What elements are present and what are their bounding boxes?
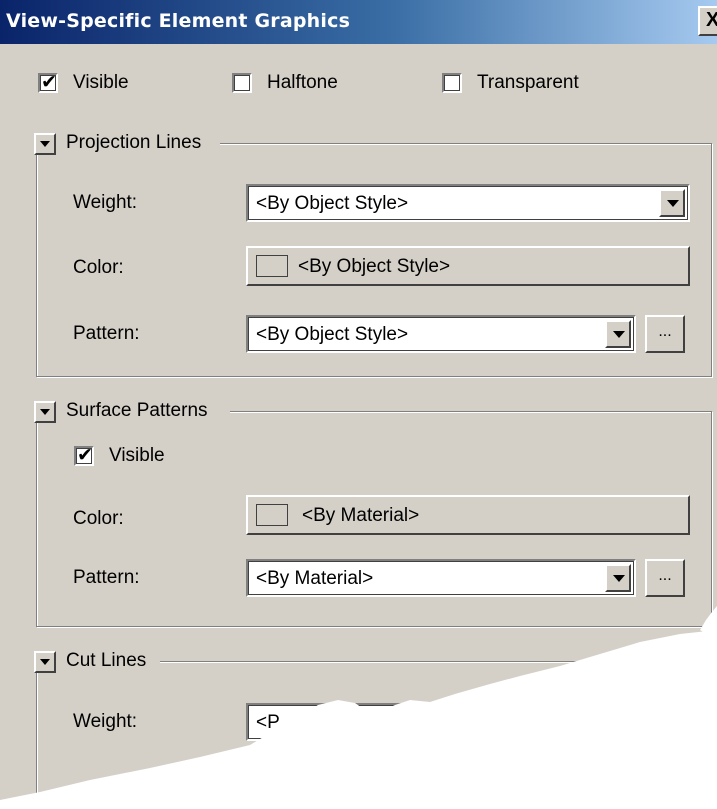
projection-weight-select[interactable]: <By Object Style> (246, 184, 690, 222)
halftone-checkbox[interactable] (232, 73, 252, 93)
close-icon: X (706, 9, 717, 31)
cut-weight-value: <P (256, 712, 280, 733)
surface-pattern-label: Pattern: (73, 567, 140, 588)
projection-weight-value: <By Object Style> (256, 193, 409, 214)
transparent-checkbox[interactable] (442, 73, 462, 93)
surface-patterns-header: Surface Patterns (30, 399, 230, 423)
surface-color-label: Color: (73, 508, 124, 529)
surface-visible-label: Visible (109, 445, 165, 466)
projection-pattern-label: Pattern: (73, 323, 140, 344)
cut-lines-title: Cut Lines (66, 650, 147, 671)
surface-visible-checkbox[interactable]: ✔ (74, 444, 94, 466)
projection-pattern-value: <By Object Style> (256, 324, 409, 345)
projection-color-label: Color: (73, 257, 124, 278)
surface-color-button[interactable]: <By Material> (246, 495, 690, 535)
color-swatch (256, 504, 288, 526)
projection-pattern-select[interactable]: <By Object Style> (246, 315, 636, 353)
projection-pattern-more-button[interactable]: ... (645, 315, 685, 353)
color-swatch (256, 255, 288, 277)
checkmark-icon: ✔ (41, 71, 57, 93)
visible-checkbox[interactable]: ✔ (38, 71, 58, 93)
dropdown-arrow-icon[interactable] (659, 189, 685, 217)
halftone-label: Halftone (267, 72, 338, 93)
visible-label: Visible (73, 72, 129, 93)
dialog-window: View-Specific Element Graphics X ✔ Visib… (0, 0, 717, 809)
dialog-title: View-Specific Element Graphics (6, 10, 351, 32)
surface-patterns-title: Surface Patterns (66, 400, 208, 421)
projection-lines-collapse-button[interactable] (34, 133, 56, 155)
close-button[interactable]: X (698, 6, 717, 36)
cut-weight-label: Weight: (73, 711, 138, 732)
projection-weight-label: Weight: (73, 192, 138, 213)
surface-pattern-more-button[interactable]: ... (645, 559, 685, 597)
cut-lines-collapse-button[interactable] (34, 651, 56, 673)
projection-color-value: <By Object Style> (298, 256, 451, 277)
projection-color-button[interactable]: <By Object Style> (246, 246, 690, 286)
checkmark-icon: ✔ (77, 444, 93, 466)
ellipsis-icon: ... (658, 567, 672, 584)
surface-color-value: <By Material> (302, 505, 420, 526)
projection-lines-title: Projection Lines (66, 132, 202, 153)
projection-lines-header: Projection Lines (30, 131, 220, 155)
ellipsis-icon: ... (658, 323, 672, 340)
dropdown-arrow-icon[interactable] (605, 564, 631, 592)
surface-pattern-select[interactable]: <By Material> (246, 559, 636, 597)
surface-patterns-collapse-button[interactable] (34, 401, 56, 423)
cut-lines-header: Cut Lines (30, 649, 160, 673)
transparent-label: Transparent (477, 72, 579, 93)
title-bar[interactable]: View-Specific Element Graphics X (0, 0, 717, 44)
dropdown-arrow-icon[interactable] (605, 320, 631, 348)
surface-pattern-value: <By Material> (256, 568, 374, 589)
cut-weight-select[interactable]: <P (246, 703, 690, 741)
